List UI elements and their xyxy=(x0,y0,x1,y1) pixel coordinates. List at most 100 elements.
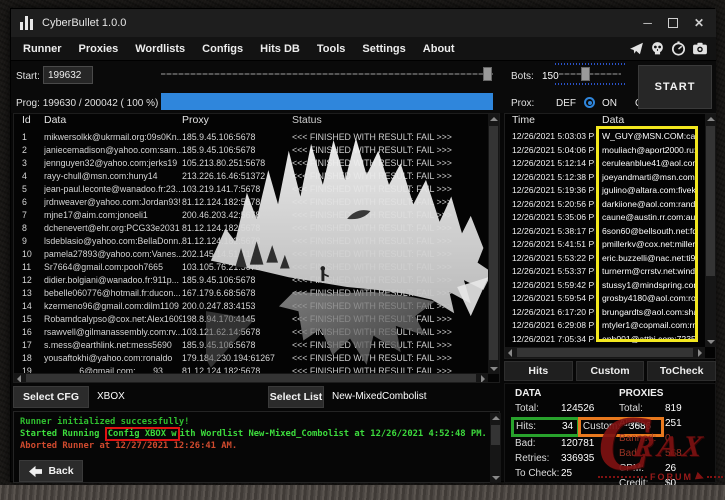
tab-button[interactable]: ToCheck xyxy=(647,361,716,381)
tab-button[interactable]: Hits xyxy=(504,361,573,381)
menu-item[interactable]: Wordlists xyxy=(135,43,185,55)
app-logo-icon xyxy=(20,16,33,30)
maximize-button[interactable] xyxy=(668,18,678,28)
table-row[interactable]: 18yousaftokhi@yahoo.com:ronaldo179.184.2… xyxy=(14,352,499,365)
menu-item[interactable]: Tools xyxy=(317,43,346,55)
hit-data: mtyler1@copmail.com:rm xyxy=(595,319,695,333)
hit-row[interactable]: 12/26/2021 5:12:14 PMceruleanblue41@aol.… xyxy=(505,157,704,171)
table-row[interactable]: 13bebelle060776@hotmail.fr:ducon...167.1… xyxy=(14,287,499,300)
table-row[interactable]: 2janiecemadison@yahoo.com:sam...185.9.45… xyxy=(14,144,499,157)
results-rows: 1mikwersolkk@ukrmail.org:09s0Kn...185.9.… xyxy=(14,131,499,374)
log-vertical-scrollbar[interactable] xyxy=(490,413,501,483)
hit-row[interactable]: 12/26/2021 5:53:22 PMeric.buzzelli@nac.n… xyxy=(505,252,704,266)
table-row[interactable]: 5jean-paul.leconte@wanadoo.fr:23...103.2… xyxy=(14,183,499,196)
row-status: <<< FINISHED WITH RESULT: FAIL >>> xyxy=(292,157,487,170)
start-input[interactable] xyxy=(43,66,93,84)
row-data: pamela27893@yahoo.com:Vanes... xyxy=(44,248,182,261)
row-proxy: 213.226.16.46:51372 xyxy=(182,170,292,183)
table-row[interactable]: 1mikwersolkk@ukrmail.org:09s0Kn...185.9.… xyxy=(14,131,499,144)
prox-radio-on[interactable] xyxy=(584,97,595,108)
prox-option-on[interactable]: ON xyxy=(602,98,617,109)
start-slider-thumb[interactable] xyxy=(483,67,492,81)
telegram-icon[interactable] xyxy=(629,41,644,56)
table-row[interactable]: 11Sr7664@gmail.com:pooh7665103.105.76.21… xyxy=(14,261,499,274)
menu-item[interactable]: Hits DB xyxy=(260,43,300,55)
table-row[interactable]: 17s.mess@earthlink.net:mess5690185.9.45.… xyxy=(14,339,499,352)
hits-horizontal-scrollbar[interactable] xyxy=(505,347,705,358)
bots-slider-thumb[interactable] xyxy=(581,67,590,81)
hit-row[interactable]: 12/26/2021 5:03:03 PMW_GUY@MSN.COM:canc xyxy=(505,130,704,144)
table-row[interactable]: 3jennguyen32@yahoo.com:jerks19105.213.80… xyxy=(14,157,499,170)
menu-item[interactable]: Settings xyxy=(362,43,405,55)
log-line-1: Runner initialized successfully! xyxy=(20,416,493,428)
row-proxy: 185.9.45.106:5678 xyxy=(182,144,292,157)
hit-row[interactable]: 12/26/2021 5:53:37 PMturnerm@crrstv.net:… xyxy=(505,265,704,279)
red-highlight-box: Config XBOX w xyxy=(105,427,180,441)
row-data: mikwersolkk@ukrmail.org:09s0Kn... xyxy=(44,131,182,144)
table-row[interactable]: 7mjne17@aim.com:jonoeli1200.46.203.42:56… xyxy=(14,209,499,222)
hit-row[interactable]: 12/26/2021 5:35:06 PMcaune@austin.rr.com… xyxy=(505,211,704,225)
menu-item[interactable]: Configs xyxy=(202,43,243,55)
camera-icon[interactable] xyxy=(692,41,708,56)
menu-item[interactable]: Proxies xyxy=(79,43,119,55)
hit-row[interactable]: 12/26/2021 5:12:38 PMjoeyandmarti@msn.co… xyxy=(505,171,704,185)
hit-time: 12/26/2021 5:12:14 PM xyxy=(505,157,595,171)
table-row[interactable]: 15Robamdcalypso@cox.net:Alex1609198.8.94… xyxy=(14,313,499,326)
timer-icon[interactable] xyxy=(671,41,686,56)
hit-row[interactable]: 12/26/2021 7:05:34 PMenh001@attbi.com:72… xyxy=(505,333,704,347)
hit-row[interactable]: 12/26/2021 5:20:56 PMdarkiione@aol.com:r… xyxy=(505,198,704,212)
select-list-button[interactable]: Select List xyxy=(268,386,324,408)
row-data: jennguyen32@yahoo.com:jerks19 xyxy=(44,157,182,170)
select-cfg-button[interactable]: Select CFG xyxy=(13,386,89,408)
row-id: 17 xyxy=(14,339,44,352)
menu-item[interactable]: Runner xyxy=(23,43,62,55)
row-proxy: 198.8.94.170:4145 xyxy=(182,313,292,326)
prox-option-def[interactable]: DEF xyxy=(556,98,576,109)
titlebar: CyberBullet 1.0.0 ─ ✕ xyxy=(11,9,716,37)
hits-vertical-scrollbar[interactable] xyxy=(705,114,716,347)
table-row[interactable]: 9lsdeblasio@yahoo.com:BellaDonn...81.12.… xyxy=(14,235,499,248)
hit-row[interactable]: 12/26/2021 5:59:54 PMgrosby4180@aol.com:… xyxy=(505,292,704,306)
results-table-header: IdDataProxyStatus xyxy=(14,114,499,131)
table-row[interactable]: 12didier.bolgiani@wanadoo.fr:911p...185.… xyxy=(14,274,499,287)
row-id: 7 xyxy=(14,209,44,222)
hit-time: 12/26/2021 6:29:08 PM xyxy=(505,319,595,333)
table-row[interactable]: 14kzermeno96@gmail.com:dilm1109200.0.247… xyxy=(14,300,499,313)
table-row[interactable]: 10pamela27893@yahoo.com:Vanes...202.145.… xyxy=(14,248,499,261)
table-row[interactable]: 16rsawvell@gilmanassembly.com:rv...103.1… xyxy=(14,326,499,339)
table-row[interactable]: 4rayy-chull@msn.com:huny14213.226.16.46:… xyxy=(14,170,499,183)
desktop-edge xyxy=(0,485,725,500)
results-vertical-scrollbar[interactable] xyxy=(488,114,499,374)
stat-row: CPM:26 xyxy=(619,462,682,477)
menu-item[interactable]: About xyxy=(423,43,455,55)
hit-row[interactable]: 12/26/2021 5:59:42 PMstussy1@mindspring.… xyxy=(505,279,704,293)
runner-log: Runner initialized successfully! Started… xyxy=(13,411,500,483)
hit-time: 12/26/2021 5:59:42 PM xyxy=(505,279,595,293)
hit-row[interactable]: 12/26/2021 5:19:36 PMjgulino@altara.com:… xyxy=(505,184,704,198)
menu-items: Runner Proxies Wordlists Configs Hits DB Tool… xyxy=(11,43,455,55)
results-horizontal-scrollbar[interactable] xyxy=(14,373,488,383)
row-status: <<< FINISHED WITH RESULT: FAIL >>> xyxy=(292,274,487,287)
hit-row[interactable]: 12/26/2021 5:41:51 PMpmillerkv@cox.net:m… xyxy=(505,238,704,252)
start-button[interactable]: START xyxy=(638,65,712,109)
row-data: dchenevert@ehr.org:PCG33e2031 xyxy=(44,222,182,235)
hit-row[interactable]: 12/26/2021 6:29:08 PMmtyler1@copmail.com… xyxy=(505,319,704,333)
selected-wordlist-name: New-MixedCombolist xyxy=(332,391,426,402)
hit-row[interactable]: 12/26/2021 5:04:06 PMmouliach@aport2000.… xyxy=(505,144,704,158)
minimize-button[interactable]: ─ xyxy=(643,17,652,29)
row-proxy: 81.12.124.182:5678 xyxy=(182,196,292,209)
hits-panel-header: TimeData xyxy=(505,114,715,130)
back-button[interactable]: Back xyxy=(19,460,83,482)
tab-button[interactable]: Custom xyxy=(576,361,645,381)
table-row[interactable]: 8dchenevert@ehr.org:PCG33e203181.12.124.… xyxy=(14,222,499,235)
row-proxy: 81.12.124.182:5678 xyxy=(182,235,292,248)
skull-icon[interactable] xyxy=(650,41,665,56)
hit-row[interactable]: 12/26/2021 5:38:17 PM6son60@bellsouth.ne… xyxy=(505,225,704,239)
table-row[interactable]: 6jrdnweaver@yahoo.com:Jordan93!81.12.124… xyxy=(14,196,499,209)
close-button[interactable]: ✕ xyxy=(694,17,704,29)
row-data: rsawvell@gilmanassembly.com:rv... xyxy=(44,326,182,339)
hit-row[interactable]: 12/26/2021 6:17:20 PMbrungardts@aol.com:… xyxy=(505,306,704,320)
bots-slider[interactable] xyxy=(559,67,621,81)
row-data: Sr7664@gmail.com:pooh7665 xyxy=(44,261,182,274)
start-slider[interactable] xyxy=(161,67,493,81)
